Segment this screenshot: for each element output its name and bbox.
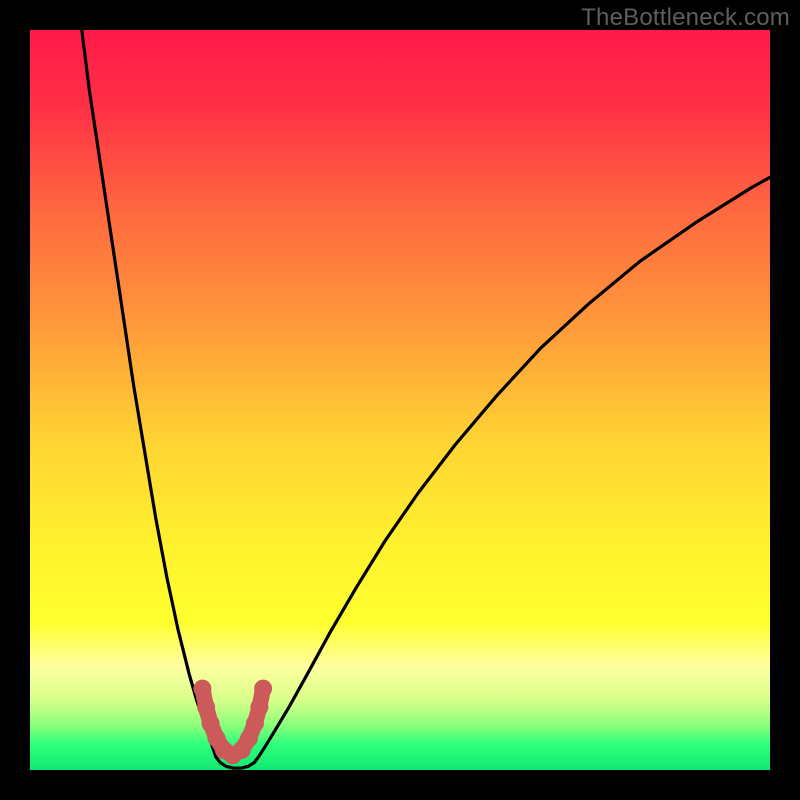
trough-marker-bead (250, 698, 268, 716)
watermark-text: TheBottleneck.com (581, 4, 790, 32)
chart-frame: TheBottleneck.com (0, 0, 800, 800)
trough-marker-bead (254, 680, 272, 698)
gradient-background (30, 30, 770, 770)
trough-marker-bead (246, 714, 264, 732)
trough-marker-bead (193, 680, 211, 698)
trough-marker-bead (197, 698, 215, 716)
chart-svg (30, 30, 770, 770)
plot-area (30, 30, 770, 770)
